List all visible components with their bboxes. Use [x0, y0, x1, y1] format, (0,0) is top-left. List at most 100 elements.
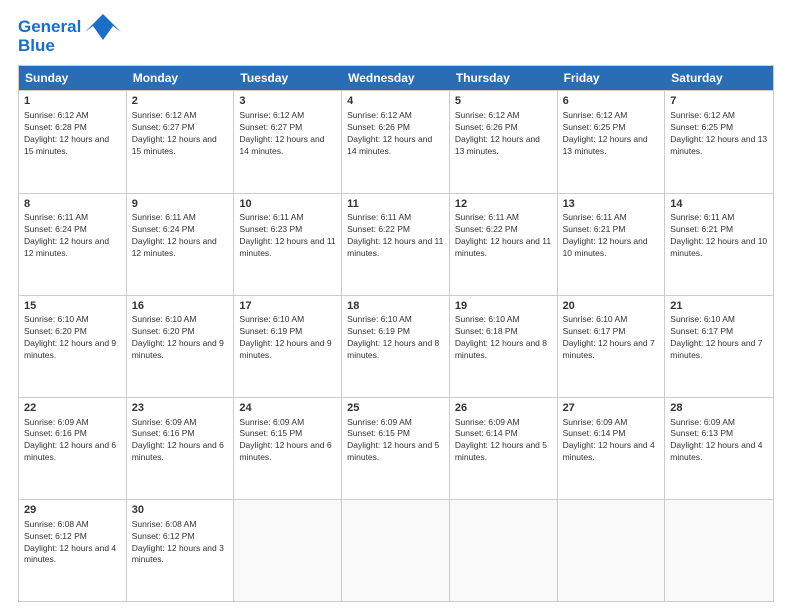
day-cell-23: 23Sunrise: 6:09 AMSunset: 6:16 PMDayligh… — [127, 398, 235, 499]
day-cell-3: 3Sunrise: 6:12 AMSunset: 6:27 PMDaylight… — [234, 91, 342, 192]
day-info: Sunrise: 6:09 AMSunset: 6:14 PMDaylight:… — [455, 417, 552, 465]
day-cell-2: 2Sunrise: 6:12 AMSunset: 6:27 PMDaylight… — [127, 91, 235, 192]
day-number: 7 — [670, 94, 768, 109]
day-number: 24 — [239, 401, 336, 416]
day-number: 30 — [132, 503, 229, 518]
day-cell-10: 10Sunrise: 6:11 AMSunset: 6:23 PMDayligh… — [234, 194, 342, 295]
day-cell-empty-4-6 — [665, 500, 773, 601]
day-cell-27: 27Sunrise: 6:09 AMSunset: 6:14 PMDayligh… — [558, 398, 666, 499]
day-number: 27 — [563, 401, 660, 416]
header: General Blue — [18, 18, 774, 55]
day-info: Sunrise: 6:11 AMSunset: 6:24 PMDaylight:… — [132, 212, 229, 260]
day-info: Sunrise: 6:10 AMSunset: 6:17 PMDaylight:… — [670, 314, 768, 362]
day-number: 17 — [239, 299, 336, 314]
day-info: Sunrise: 6:11 AMSunset: 6:23 PMDaylight:… — [239, 212, 336, 260]
day-info: Sunrise: 6:10 AMSunset: 6:20 PMDaylight:… — [24, 314, 121, 362]
day-number: 3 — [239, 94, 336, 109]
logo-blue: Blue — [18, 36, 55, 55]
logo-general: General — [18, 17, 81, 36]
day-info: Sunrise: 6:09 AMSunset: 6:13 PMDaylight:… — [670, 417, 768, 465]
day-number: 2 — [132, 94, 229, 109]
day-number: 4 — [347, 94, 444, 109]
day-cell-20: 20Sunrise: 6:10 AMSunset: 6:17 PMDayligh… — [558, 296, 666, 397]
day-number: 25 — [347, 401, 444, 416]
day-number: 5 — [455, 94, 552, 109]
day-info: Sunrise: 6:11 AMSunset: 6:24 PMDaylight:… — [24, 212, 121, 260]
day-info: Sunrise: 6:12 AMSunset: 6:27 PMDaylight:… — [239, 110, 336, 158]
day-cell-13: 13Sunrise: 6:11 AMSunset: 6:21 PMDayligh… — [558, 194, 666, 295]
calendar-row-4: 22Sunrise: 6:09 AMSunset: 6:16 PMDayligh… — [19, 397, 773, 499]
day-info: Sunrise: 6:08 AMSunset: 6:12 PMDaylight:… — [24, 519, 121, 567]
day-cell-19: 19Sunrise: 6:10 AMSunset: 6:18 PMDayligh… — [450, 296, 558, 397]
day-cell-1: 1Sunrise: 6:12 AMSunset: 6:28 PMDaylight… — [19, 91, 127, 192]
header-day-monday: Monday — [127, 66, 235, 90]
day-info: Sunrise: 6:09 AMSunset: 6:16 PMDaylight:… — [132, 417, 229, 465]
day-info: Sunrise: 6:12 AMSunset: 6:25 PMDaylight:… — [563, 110, 660, 158]
day-number: 15 — [24, 299, 121, 314]
day-cell-11: 11Sunrise: 6:11 AMSunset: 6:22 PMDayligh… — [342, 194, 450, 295]
day-number: 9 — [132, 197, 229, 212]
day-number: 20 — [563, 299, 660, 314]
day-cell-18: 18Sunrise: 6:10 AMSunset: 6:19 PMDayligh… — [342, 296, 450, 397]
day-info: Sunrise: 6:08 AMSunset: 6:12 PMDaylight:… — [132, 519, 229, 567]
day-info: Sunrise: 6:11 AMSunset: 6:22 PMDaylight:… — [455, 212, 552, 260]
day-number: 28 — [670, 401, 768, 416]
day-cell-empty-4-5 — [558, 500, 666, 601]
day-number: 8 — [24, 197, 121, 212]
day-cell-empty-4-4 — [450, 500, 558, 601]
day-info: Sunrise: 6:12 AMSunset: 6:26 PMDaylight:… — [347, 110, 444, 158]
day-cell-17: 17Sunrise: 6:10 AMSunset: 6:19 PMDayligh… — [234, 296, 342, 397]
day-number: 29 — [24, 503, 121, 518]
header-day-sunday: Sunday — [19, 66, 127, 90]
day-info: Sunrise: 6:12 AMSunset: 6:27 PMDaylight:… — [132, 110, 229, 158]
day-number: 22 — [24, 401, 121, 416]
day-info: Sunrise: 6:12 AMSunset: 6:26 PMDaylight:… — [455, 110, 552, 158]
day-info: Sunrise: 6:09 AMSunset: 6:16 PMDaylight:… — [24, 417, 121, 465]
day-cell-empty-4-3 — [342, 500, 450, 601]
day-number: 1 — [24, 94, 121, 109]
day-cell-16: 16Sunrise: 6:10 AMSunset: 6:20 PMDayligh… — [127, 296, 235, 397]
day-info: Sunrise: 6:10 AMSunset: 6:19 PMDaylight:… — [239, 314, 336, 362]
day-number: 10 — [239, 197, 336, 212]
day-cell-26: 26Sunrise: 6:09 AMSunset: 6:14 PMDayligh… — [450, 398, 558, 499]
day-number: 18 — [347, 299, 444, 314]
day-number: 19 — [455, 299, 552, 314]
day-cell-8: 8Sunrise: 6:11 AMSunset: 6:24 PMDaylight… — [19, 194, 127, 295]
calendar-row-1: 1Sunrise: 6:12 AMSunset: 6:28 PMDaylight… — [19, 90, 773, 192]
day-info: Sunrise: 6:10 AMSunset: 6:18 PMDaylight:… — [455, 314, 552, 362]
calendar-row-3: 15Sunrise: 6:10 AMSunset: 6:20 PMDayligh… — [19, 295, 773, 397]
day-number: 23 — [132, 401, 229, 416]
day-cell-24: 24Sunrise: 6:09 AMSunset: 6:15 PMDayligh… — [234, 398, 342, 499]
day-cell-6: 6Sunrise: 6:12 AMSunset: 6:25 PMDaylight… — [558, 91, 666, 192]
day-info: Sunrise: 6:10 AMSunset: 6:19 PMDaylight:… — [347, 314, 444, 362]
calendar-header: SundayMondayTuesdayWednesdayThursdayFrid… — [19, 66, 773, 90]
logo: General Blue — [18, 18, 121, 55]
day-info: Sunrise: 6:11 AMSunset: 6:22 PMDaylight:… — [347, 212, 444, 260]
day-cell-22: 22Sunrise: 6:09 AMSunset: 6:16 PMDayligh… — [19, 398, 127, 499]
logo-icon — [85, 12, 121, 47]
day-cell-7: 7Sunrise: 6:12 AMSunset: 6:25 PMDaylight… — [665, 91, 773, 192]
day-number: 12 — [455, 197, 552, 212]
header-day-saturday: Saturday — [665, 66, 773, 90]
day-cell-4: 4Sunrise: 6:12 AMSunset: 6:26 PMDaylight… — [342, 91, 450, 192]
day-cell-21: 21Sunrise: 6:10 AMSunset: 6:17 PMDayligh… — [665, 296, 773, 397]
day-number: 26 — [455, 401, 552, 416]
header-day-friday: Friday — [558, 66, 666, 90]
day-number: 21 — [670, 299, 768, 314]
calendar-row-5: 29Sunrise: 6:08 AMSunset: 6:12 PMDayligh… — [19, 499, 773, 601]
day-info: Sunrise: 6:10 AMSunset: 6:20 PMDaylight:… — [132, 314, 229, 362]
day-number: 14 — [670, 197, 768, 212]
day-info: Sunrise: 6:09 AMSunset: 6:15 PMDaylight:… — [239, 417, 336, 465]
day-number: 16 — [132, 299, 229, 314]
day-cell-14: 14Sunrise: 6:11 AMSunset: 6:21 PMDayligh… — [665, 194, 773, 295]
day-info: Sunrise: 6:09 AMSunset: 6:15 PMDaylight:… — [347, 417, 444, 465]
day-cell-28: 28Sunrise: 6:09 AMSunset: 6:13 PMDayligh… — [665, 398, 773, 499]
day-info: Sunrise: 6:11 AMSunset: 6:21 PMDaylight:… — [670, 212, 768, 260]
calendar-row-2: 8Sunrise: 6:11 AMSunset: 6:24 PMDaylight… — [19, 193, 773, 295]
day-number: 11 — [347, 197, 444, 212]
day-info: Sunrise: 6:09 AMSunset: 6:14 PMDaylight:… — [563, 417, 660, 465]
calendar: SundayMondayTuesdayWednesdayThursdayFrid… — [18, 65, 774, 602]
day-info: Sunrise: 6:12 AMSunset: 6:25 PMDaylight:… — [670, 110, 768, 158]
day-cell-15: 15Sunrise: 6:10 AMSunset: 6:20 PMDayligh… — [19, 296, 127, 397]
day-cell-12: 12Sunrise: 6:11 AMSunset: 6:22 PMDayligh… — [450, 194, 558, 295]
